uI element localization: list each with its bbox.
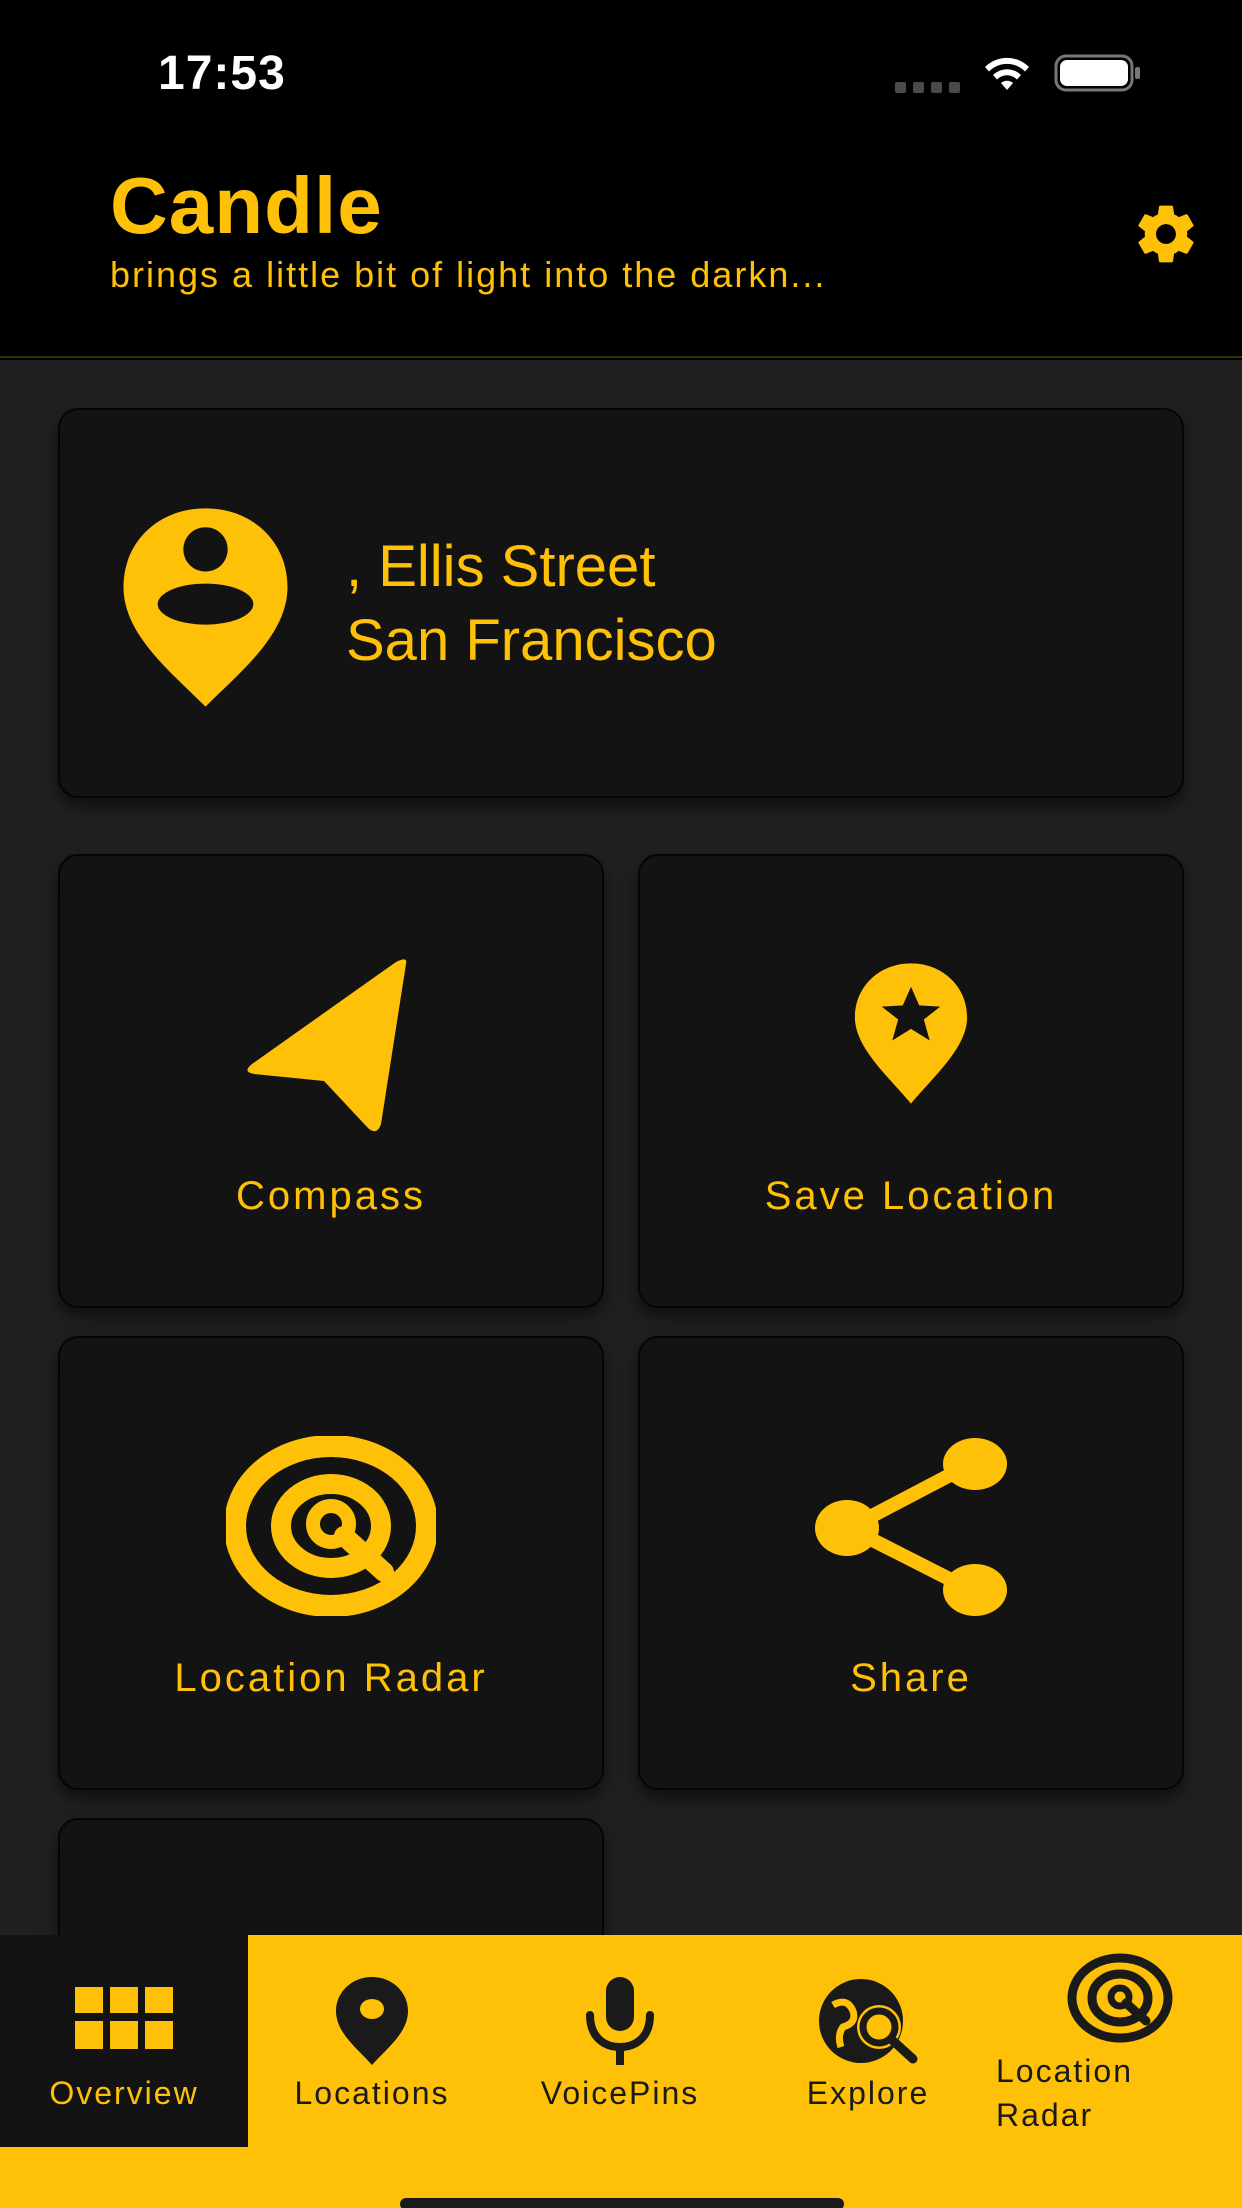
- navigation-arrow-icon: [247, 959, 407, 1132]
- explore-globe-icon: [819, 1979, 918, 2064]
- tab-locations[interactable]: Locations: [248, 1935, 496, 2147]
- tab-explore-label: Explore: [806, 2075, 930, 2111]
- save-location-label: Save Location: [764, 1174, 1058, 1218]
- share-tile[interactable]: Share: [638, 1336, 1184, 1790]
- person-pin-icon: [123, 508, 288, 707]
- share-icon: [815, 1438, 1007, 1616]
- bottom-tab-bar: Overview Locations VoicePins Explore Loc…: [0, 1935, 1242, 2208]
- tab-location-radar-label: Location Radar: [996, 2053, 1133, 2133]
- home-indicator: [400, 2198, 844, 2208]
- radar-icon: [226, 1436, 436, 1616]
- grid-icon: [75, 1987, 173, 2049]
- current-address: , Ellis Street San Francisco: [346, 530, 717, 678]
- location-radar-label: Location Radar: [174, 1656, 488, 1700]
- star-pin-icon: [854, 963, 968, 1104]
- compass-label: Compass: [236, 1174, 426, 1218]
- app-title: Candle: [110, 161, 383, 250]
- status-bar: 17:53: [0, 0, 1242, 150]
- share-label: Share: [850, 1656, 972, 1700]
- main-content: , Ellis Street San Francisco Compass Sav…: [0, 360, 1242, 1935]
- wifi-icon: [985, 57, 1029, 90]
- settings-gear-icon[interactable]: [1132, 200, 1200, 268]
- tab-overview-label: Overview: [49, 2075, 199, 2111]
- address-street: , Ellis Street: [346, 534, 656, 599]
- radar-icon: [1067, 1953, 1173, 2043]
- app-header: Candle brings a little bit of light into…: [0, 150, 1242, 358]
- address-city: San Francisco: [346, 608, 717, 673]
- app-subtitle: brings a little bit of light into the da…: [110, 254, 827, 295]
- cellular-signal-icon: [895, 82, 960, 93]
- status-icons: [895, 52, 1142, 93]
- tab-voicepins-label: VoicePins: [540, 2075, 700, 2111]
- location-radar-tile[interactable]: Location Radar: [58, 1336, 604, 1790]
- tab-location-radar[interactable]: Location Radar: [992, 1935, 1242, 2147]
- status-time: 17:53: [158, 47, 286, 100]
- tab-explore[interactable]: Explore: [744, 1935, 992, 2147]
- tab-voicepins[interactable]: VoicePins: [496, 1935, 744, 2147]
- tab-overview[interactable]: Overview: [0, 1935, 248, 2147]
- save-location-tile[interactable]: Save Location: [638, 854, 1184, 1308]
- tab-locations-label: Locations: [294, 2075, 450, 2111]
- microphone-icon: [586, 1977, 654, 2065]
- location-pin-icon: [336, 1977, 408, 2065]
- compass-tile[interactable]: Compass: [58, 854, 604, 1308]
- battery-icon: [1054, 54, 1140, 91]
- partial-tile[interactable]: [58, 1818, 604, 1935]
- current-location-card[interactable]: , Ellis Street San Francisco: [58, 408, 1184, 798]
